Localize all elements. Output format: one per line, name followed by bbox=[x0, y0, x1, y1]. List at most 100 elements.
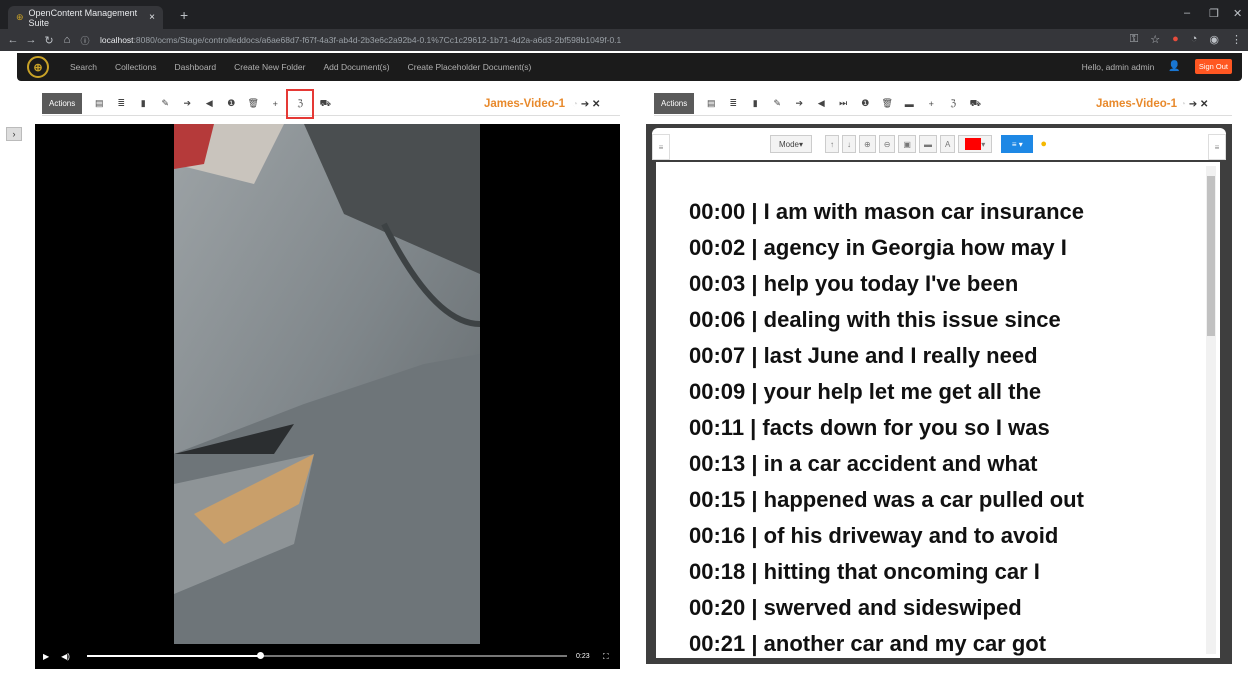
popout-icon[interactable]: ➔ bbox=[1189, 99, 1197, 110]
url-field[interactable]: localhost:8080/ocms/Stage/controlleddocs… bbox=[100, 35, 621, 45]
properties-icon[interactable]: ▤ bbox=[700, 98, 722, 109]
minimize-icon[interactable]: – bbox=[1184, 7, 1190, 19]
home-icon[interactable]: ⌂ bbox=[58, 34, 76, 46]
line-style-dropdown[interactable]: ≡ ▾ bbox=[1001, 135, 1034, 153]
star-icon[interactable]: ☆ bbox=[1150, 33, 1160, 46]
forward-arrow-icon[interactable]: ➔ bbox=[176, 98, 198, 109]
comment-icon[interactable]: ▬ bbox=[898, 99, 920, 109]
play-icon[interactable]: ▶ bbox=[43, 652, 49, 661]
plus-icon[interactable]: + bbox=[264, 99, 286, 109]
reload-icon[interactable]: ↻ bbox=[40, 34, 58, 47]
app-logo-icon[interactable]: ⊕ bbox=[27, 56, 49, 78]
lock-icon[interactable]: ◔ bbox=[1180, 99, 1186, 110]
edit-icon[interactable]: ✎ bbox=[766, 98, 788, 109]
move-up-icon[interactable]: ↑ bbox=[825, 135, 839, 153]
zoom-in-icon[interactable]: ⊕ bbox=[859, 135, 876, 153]
right-title-actions: ◔ ➔ ✕ bbox=[1180, 99, 1208, 110]
extension-icon-2[interactable]: ◔ bbox=[1191, 33, 1198, 46]
document-icon[interactable]: ▮ bbox=[132, 98, 154, 109]
popout-icon[interactable]: ➔ bbox=[581, 99, 589, 110]
fullscreen-icon[interactable]: ⛶ bbox=[603, 652, 609, 662]
list-icon[interactable]: ≣ bbox=[110, 98, 132, 109]
forward-icon[interactable]: → bbox=[22, 34, 40, 46]
list-icon[interactable]: ≣ bbox=[722, 98, 744, 109]
greeting: Hello, admin admin bbox=[1081, 61, 1155, 72]
right-panel-toggle-icon[interactable]: ≡ bbox=[1208, 134, 1226, 160]
sign-out-button[interactable]: Sign Out bbox=[1194, 59, 1232, 74]
car-icon[interactable]: ⛟ bbox=[314, 98, 336, 110]
close-doc-icon[interactable]: ✕ bbox=[592, 99, 600, 110]
user-icon[interactable]: 👤 bbox=[1168, 61, 1180, 72]
plus-icon[interactable]: + bbox=[920, 99, 942, 109]
transcript-line: 00:00 | I am with mason car insurance bbox=[689, 199, 1084, 224]
transcript-line: 00:11 | facts down for you so I was bbox=[689, 415, 1050, 440]
back-icon[interactable]: ← bbox=[4, 34, 22, 46]
key-icon[interactable]: ⚿ bbox=[1130, 33, 1138, 46]
left-panel-toggle-icon[interactable]: ≡ bbox=[652, 134, 670, 160]
video-time: 0:23 bbox=[576, 653, 590, 660]
properties-icon[interactable]: ▤ bbox=[88, 98, 110, 109]
transcript-line: 00:03 | help you today I've been bbox=[689, 271, 1019, 296]
ear-transcribe-icon[interactable]: ℨ bbox=[286, 88, 315, 119]
right-doc-title: James-Video-1 bbox=[1096, 98, 1177, 110]
trash-icon[interactable]: 🗑 bbox=[876, 98, 898, 109]
nav-dashboard[interactable]: Dashboard bbox=[175, 62, 217, 72]
new-tab-button[interactable]: + bbox=[180, 7, 188, 23]
zoom-out-icon[interactable]: ⊖ bbox=[878, 135, 896, 153]
transcript-text-area[interactable]: 00:00 | I am with mason car insurance 00… bbox=[656, 162, 1220, 658]
document-icon[interactable]: ▮ bbox=[744, 98, 766, 109]
left-doc-title: James-Video-1 bbox=[484, 98, 565, 110]
transcript-line: 00:02 | agency in Georgia how may I bbox=[689, 235, 1067, 260]
menu-icon[interactable]: ⋮ bbox=[1231, 33, 1242, 46]
text-icon[interactable]: A bbox=[939, 135, 956, 153]
skip-forward-icon[interactable]: ⏭ bbox=[832, 98, 854, 109]
extension-icon[interactable]: ● bbox=[1172, 33, 1179, 46]
close-tab-icon[interactable]: × bbox=[149, 12, 155, 23]
transcript-line: 00:09 | your help let me get all the bbox=[689, 379, 1042, 404]
megaphone-icon[interactable]: ◀ bbox=[810, 98, 832, 109]
info-icon[interactable]: ⓘ bbox=[76, 34, 94, 47]
transcript-line: 00:21 | another car and my car got bbox=[689, 631, 1047, 656]
move-down-icon[interactable]: ↓ bbox=[842, 135, 856, 153]
video-player[interactable]: ▶ ◀) 0:23 ⛶ bbox=[35, 124, 620, 669]
left-actions-button[interactable]: Actions bbox=[42, 93, 83, 114]
car-icon[interactable]: ⛟ bbox=[964, 98, 986, 110]
video-controls: ▶ ◀) 0:23 ⛶ bbox=[35, 644, 620, 669]
right-actions-button[interactable]: Actions bbox=[654, 93, 695, 114]
video-progress-bar[interactable] bbox=[87, 652, 567, 659]
color-picker[interactable]: ▾ bbox=[958, 135, 993, 153]
scrollbar-thumb[interactable] bbox=[1207, 176, 1215, 336]
forward-arrow-icon[interactable]: ➔ bbox=[788, 98, 810, 109]
profile-icon[interactable]: ◉ bbox=[1209, 33, 1219, 46]
mode-dropdown[interactable]: Mode ▾ bbox=[770, 135, 812, 153]
nav-collections[interactable]: Collections bbox=[115, 62, 157, 72]
left-title-actions: ◔ ➔ ✕ bbox=[572, 99, 600, 110]
close-doc-icon[interactable]: ✕ bbox=[1200, 99, 1208, 110]
info-circle-icon[interactable]: ❶ bbox=[220, 98, 242, 109]
browser-tab-strip: ⊕ OpenContent Management Suite × + – ❐ ✕ bbox=[0, 0, 1248, 29]
trash-icon[interactable]: 🗑 bbox=[242, 98, 264, 109]
ear-transcribe-icon[interactable]: ℨ bbox=[942, 98, 964, 109]
save-icon[interactable]: ▣ bbox=[898, 135, 916, 153]
nav-create-folder[interactable]: Create New Folder bbox=[234, 62, 305, 72]
warning-icon[interactable]: ● bbox=[1040, 138, 1047, 150]
restore-icon[interactable]: ❐ bbox=[1209, 7, 1219, 20]
lock-icon[interactable]: ◔ bbox=[572, 99, 578, 110]
megaphone-icon[interactable]: ◀ bbox=[198, 98, 220, 109]
info-circle-icon[interactable]: ❶ bbox=[854, 98, 876, 109]
volume-icon[interactable]: ◀) bbox=[61, 652, 70, 661]
app-navbar: ⊕ Search Collections Dashboard Create Ne… bbox=[17, 53, 1242, 81]
nav-search[interactable]: Search bbox=[70, 62, 97, 72]
expand-sidebar-icon[interactable]: › bbox=[6, 127, 22, 141]
transcript-line: 00:15 | happened was a car pulled out bbox=[689, 487, 1084, 512]
address-bar: ← → ↻ ⌂ ⓘ localhost:8080/ocms/Stage/cont… bbox=[0, 29, 1248, 51]
nav-create-placeholder[interactable]: Create Placeholder Document(s) bbox=[408, 62, 532, 72]
browser-tab[interactable]: ⊕ OpenContent Management Suite × bbox=[8, 6, 163, 29]
nav-add-documents[interactable]: Add Document(s) bbox=[323, 62, 389, 72]
video-scrubber-handle[interactable] bbox=[256, 652, 264, 659]
transcript-scrollbar[interactable] bbox=[1206, 166, 1216, 654]
mode-label: Mode bbox=[778, 139, 799, 149]
edit-icon[interactable]: ✎ bbox=[154, 98, 176, 109]
comment-icon[interactable]: ▬ bbox=[918, 135, 937, 153]
close-window-icon[interactable]: ✕ bbox=[1233, 7, 1242, 20]
